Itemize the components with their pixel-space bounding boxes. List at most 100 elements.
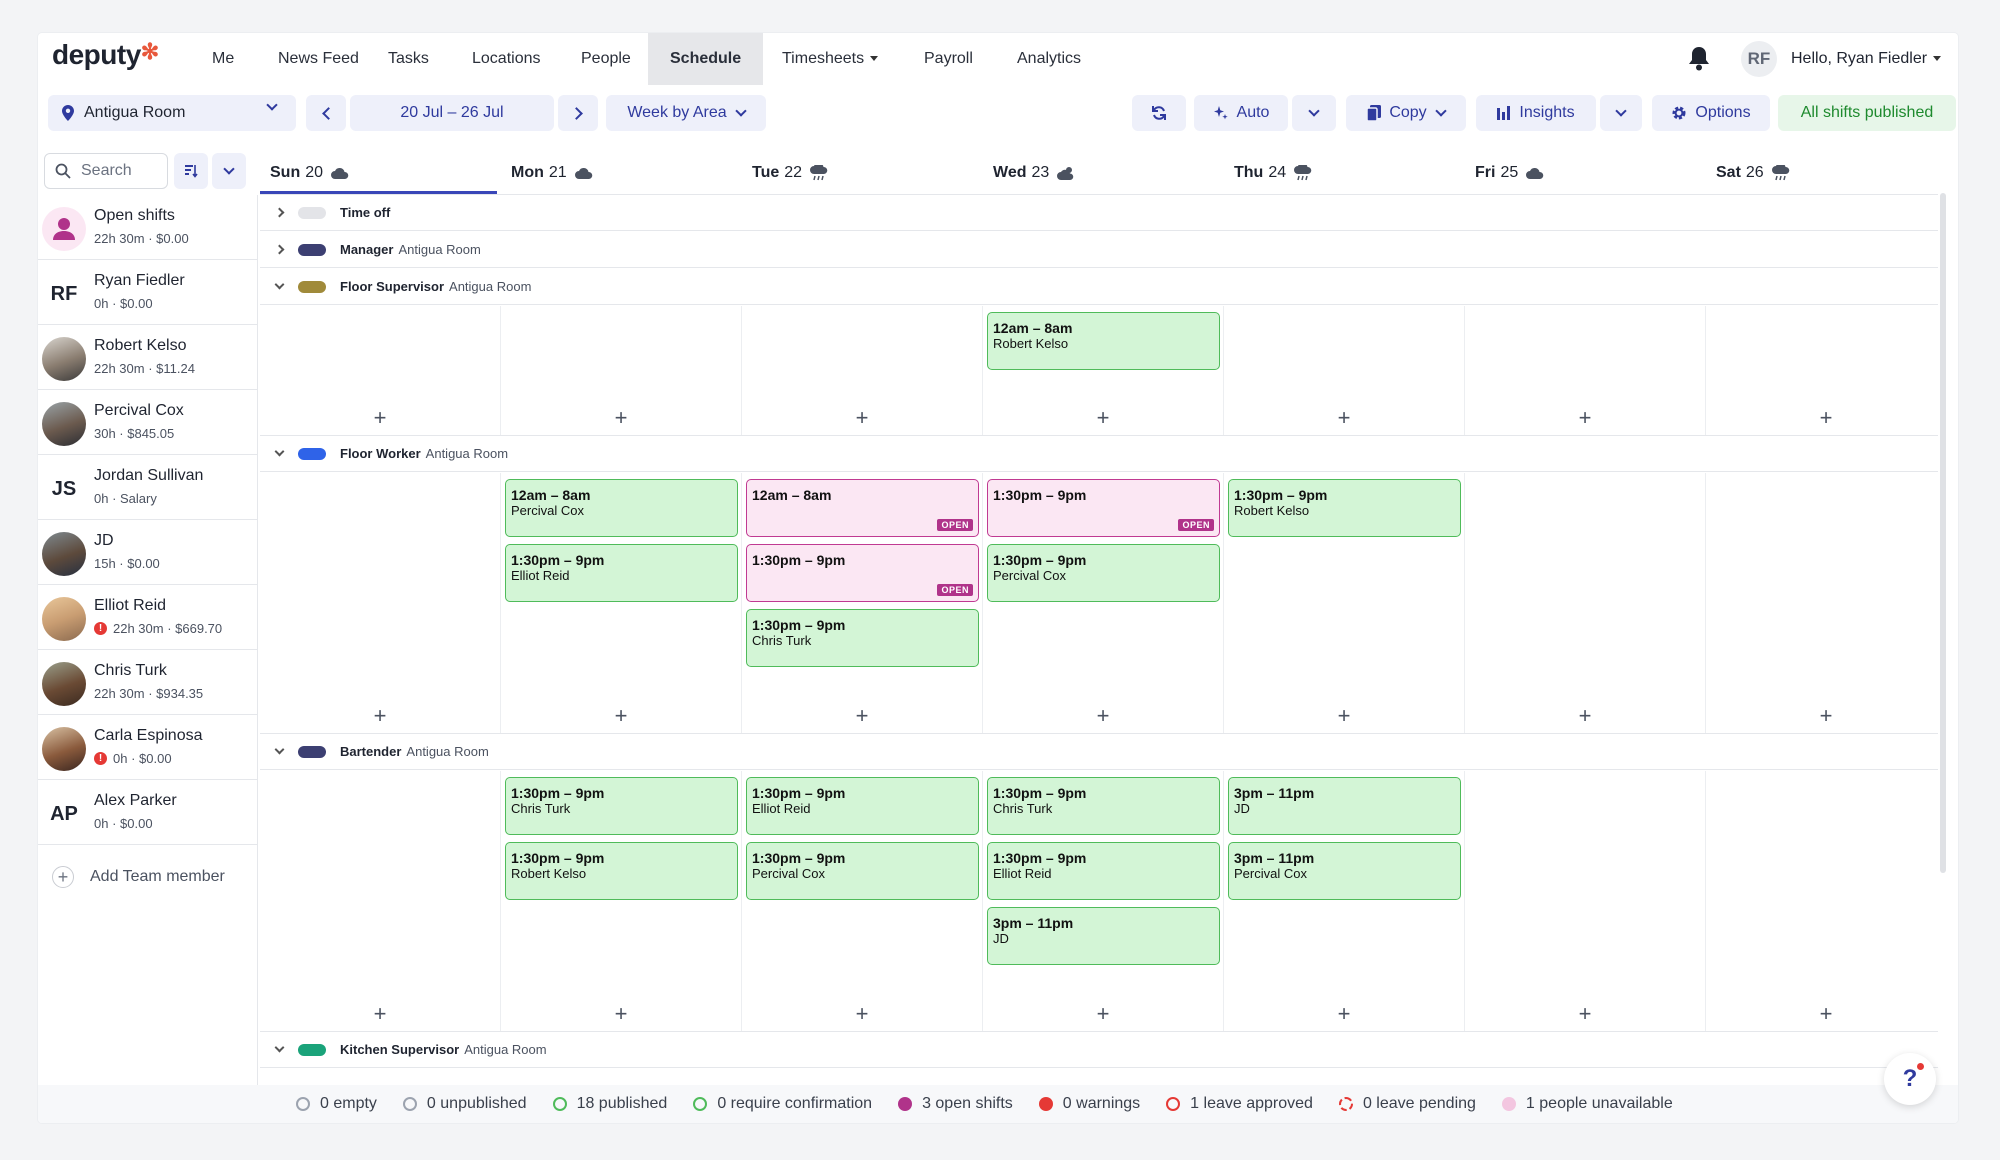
person-alex-parker[interactable]: AP Alex Parker 0h · $0.00 bbox=[38, 780, 257, 845]
search-input[interactable]: Search bbox=[44, 153, 168, 189]
area-row-bartender[interactable]: Bartender Antigua Room bbox=[260, 734, 1938, 770]
chevron-right-icon[interactable] bbox=[272, 243, 286, 257]
shift-card[interactable]: 3pm – 11pm JD bbox=[1228, 777, 1461, 835]
chevron-right-icon[interactable] bbox=[272, 206, 286, 220]
add-shift-button[interactable]: + bbox=[852, 705, 872, 727]
day-header-mon[interactable]: Mon 21 bbox=[501, 153, 742, 193]
nav-me[interactable]: Me bbox=[190, 33, 256, 85]
insights-button[interactable]: Insights bbox=[1476, 95, 1596, 131]
nav-locations[interactable]: Locations bbox=[450, 33, 563, 85]
copy-button[interactable]: Copy bbox=[1346, 95, 1466, 131]
next-week-button[interactable] bbox=[558, 95, 598, 131]
person-chris-turk[interactable]: Chris Turk 22h 30m · $934.35 bbox=[38, 650, 257, 715]
area-row-time-off[interactable]: Time off bbox=[260, 195, 1938, 231]
add-shift-button[interactable]: + bbox=[370, 705, 390, 727]
day-header-tue[interactable]: Tue 22 bbox=[742, 153, 983, 193]
nav-schedule[interactable]: Schedule bbox=[648, 33, 764, 85]
area-row-floor-worker[interactable]: Floor Worker Antigua Room bbox=[260, 436, 1938, 472]
day-header-wed[interactable]: Wed 23 bbox=[983, 153, 1224, 193]
add-team-member-button[interactable]: + Add Team member bbox=[38, 845, 257, 909]
area-row-floor-supervisor[interactable]: Floor Supervisor Antigua Room bbox=[260, 269, 1938, 305]
shift-card[interactable]: 1:30pm – 9pm Percival Cox bbox=[987, 544, 1220, 602]
nav-tasks[interactable]: Tasks bbox=[366, 33, 451, 85]
person-carla-espinosa[interactable]: Carla Espinosa ! 0h · $0.00 bbox=[38, 715, 257, 780]
nav-news-feed[interactable]: News Feed bbox=[256, 33, 381, 85]
shift-card[interactable]: 1:30pm – 9pm Robert Kelso bbox=[1228, 479, 1461, 537]
add-shift-button[interactable]: + bbox=[611, 1003, 631, 1025]
open-shift-card[interactable]: 1:30pm – 9pm OPEN bbox=[987, 479, 1220, 537]
view-select[interactable]: Week by Area bbox=[606, 95, 766, 131]
add-shift-button[interactable]: + bbox=[1093, 1003, 1113, 1025]
nav-analytics[interactable]: Analytics bbox=[995, 33, 1103, 85]
add-shift-button[interactable]: + bbox=[1334, 1003, 1354, 1025]
add-shift-button[interactable]: + bbox=[1093, 705, 1113, 727]
auto-options-dropdown[interactable] bbox=[1292, 95, 1336, 131]
shift-card[interactable]: 1:30pm – 9pm Chris Turk bbox=[987, 777, 1220, 835]
day-header-sat[interactable]: Sat 26 bbox=[1706, 153, 1947, 193]
shift-card[interactable]: 1:30pm – 9pm Chris Turk bbox=[505, 777, 738, 835]
add-shift-button[interactable]: + bbox=[611, 407, 631, 429]
add-shift-button[interactable]: + bbox=[1816, 1003, 1836, 1025]
shift-card[interactable]: 1:30pm – 9pm Elliot Reid bbox=[505, 544, 738, 602]
add-shift-button[interactable]: + bbox=[370, 407, 390, 429]
auto-schedule-button[interactable]: Auto bbox=[1194, 95, 1288, 131]
person-jd[interactable]: JD 15h · $0.00 bbox=[38, 520, 257, 585]
sort-button[interactable] bbox=[174, 153, 208, 189]
add-shift-button[interactable]: + bbox=[370, 1003, 390, 1025]
previous-week-button[interactable] bbox=[306, 95, 346, 131]
bell-icon[interactable] bbox=[1688, 45, 1710, 71]
shift-card[interactable]: 1:30pm – 9pm Elliot Reid bbox=[987, 842, 1220, 900]
shift-card[interactable]: 1:30pm – 9pm Chris Turk bbox=[746, 609, 979, 667]
add-shift-button[interactable]: + bbox=[1816, 705, 1836, 727]
nav-people[interactable]: People bbox=[559, 33, 653, 85]
shift-card[interactable]: 1:30pm – 9pm Elliot Reid bbox=[746, 777, 979, 835]
deputy-logo[interactable]: deputy✻ bbox=[52, 39, 159, 71]
shift-card[interactable]: 3pm – 11pm Percival Cox bbox=[1228, 842, 1461, 900]
chevron-down-icon[interactable] bbox=[272, 1042, 286, 1057]
add-shift-button[interactable]: + bbox=[1334, 705, 1354, 727]
publish-status-button[interactable]: All shifts published bbox=[1778, 95, 1956, 131]
add-shift-button[interactable]: + bbox=[852, 1003, 872, 1025]
person-ryan-fiedler[interactable]: RF Ryan Fiedler 0h · $0.00 bbox=[38, 260, 257, 325]
chevron-down-icon[interactable] bbox=[272, 744, 286, 759]
options-button[interactable]: Options bbox=[1652, 95, 1770, 131]
open-shift-card[interactable]: 12am – 8am OPEN bbox=[746, 479, 979, 537]
user-menu[interactable]: Hello, Ryan Fiedler bbox=[1791, 33, 1942, 85]
add-shift-button[interactable]: + bbox=[1334, 407, 1354, 429]
help-button[interactable]: ? bbox=[1884, 1053, 1936, 1105]
shift-card[interactable]: 12am – 8am Percival Cox bbox=[505, 479, 738, 537]
nav-payroll[interactable]: Payroll bbox=[902, 33, 995, 85]
shift-card[interactable]: 1:30pm – 9pm Percival Cox bbox=[746, 842, 979, 900]
add-shift-button[interactable]: + bbox=[1575, 705, 1595, 727]
person-percival-cox[interactable]: Percival Cox 30h · $845.05 bbox=[38, 390, 257, 455]
person-jordan-sullivan[interactable]: JS Jordan Sullivan 0h · Salary bbox=[38, 455, 257, 520]
add-shift-button[interactable]: + bbox=[1575, 1003, 1595, 1025]
day-header-thu[interactable]: Thu 24 bbox=[1224, 153, 1465, 193]
shift-card[interactable]: 3pm – 11pm JD bbox=[987, 907, 1220, 965]
add-shift-button[interactable]: + bbox=[1816, 407, 1836, 429]
add-shift-button[interactable]: + bbox=[611, 705, 631, 727]
sort-options-dropdown[interactable] bbox=[212, 153, 246, 189]
area-row-manager[interactable]: Manager Antigua Room bbox=[260, 232, 1938, 268]
open-shift-card[interactable]: 1:30pm – 9pm OPEN bbox=[746, 544, 979, 602]
day-header-sun[interactable]: Sun 20 bbox=[260, 153, 501, 194]
shift-card[interactable]: 1:30pm – 9pm Robert Kelso bbox=[505, 842, 738, 900]
area-row-kitchen-supervisor[interactable]: Kitchen Supervisor Antigua Room bbox=[260, 1032, 1938, 1068]
refresh-button[interactable] bbox=[1132, 95, 1186, 131]
person-elliot-reid[interactable]: Elliot Reid ! 22h 30m · $669.70 bbox=[38, 585, 257, 650]
person-open-shifts[interactable]: Open shifts 22h 30m · $0.00 bbox=[38, 195, 257, 260]
insights-dropdown[interactable] bbox=[1600, 95, 1642, 131]
nav-timesheets[interactable]: Timesheets bbox=[760, 33, 900, 85]
location-select[interactable]: Antigua Room bbox=[48, 95, 296, 131]
user-avatar[interactable]: RF bbox=[1741, 41, 1777, 77]
date-range-picker[interactable]: 20 Jul – 26 Jul bbox=[350, 95, 554, 131]
chevron-down-icon[interactable] bbox=[272, 279, 286, 294]
add-shift-button[interactable]: + bbox=[1093, 407, 1113, 429]
chevron-down-icon[interactable] bbox=[272, 446, 286, 461]
vertical-scrollbar[interactable] bbox=[1940, 193, 1946, 873]
add-shift-button[interactable]: + bbox=[852, 407, 872, 429]
add-shift-button[interactable]: + bbox=[1575, 407, 1595, 429]
person-robert-kelso[interactable]: Robert Kelso 22h 30m · $11.24 bbox=[38, 325, 257, 390]
shift-card[interactable]: 12am – 8am Robert Kelso bbox=[987, 312, 1220, 370]
day-header-fri[interactable]: Fri 25 bbox=[1465, 153, 1706, 193]
